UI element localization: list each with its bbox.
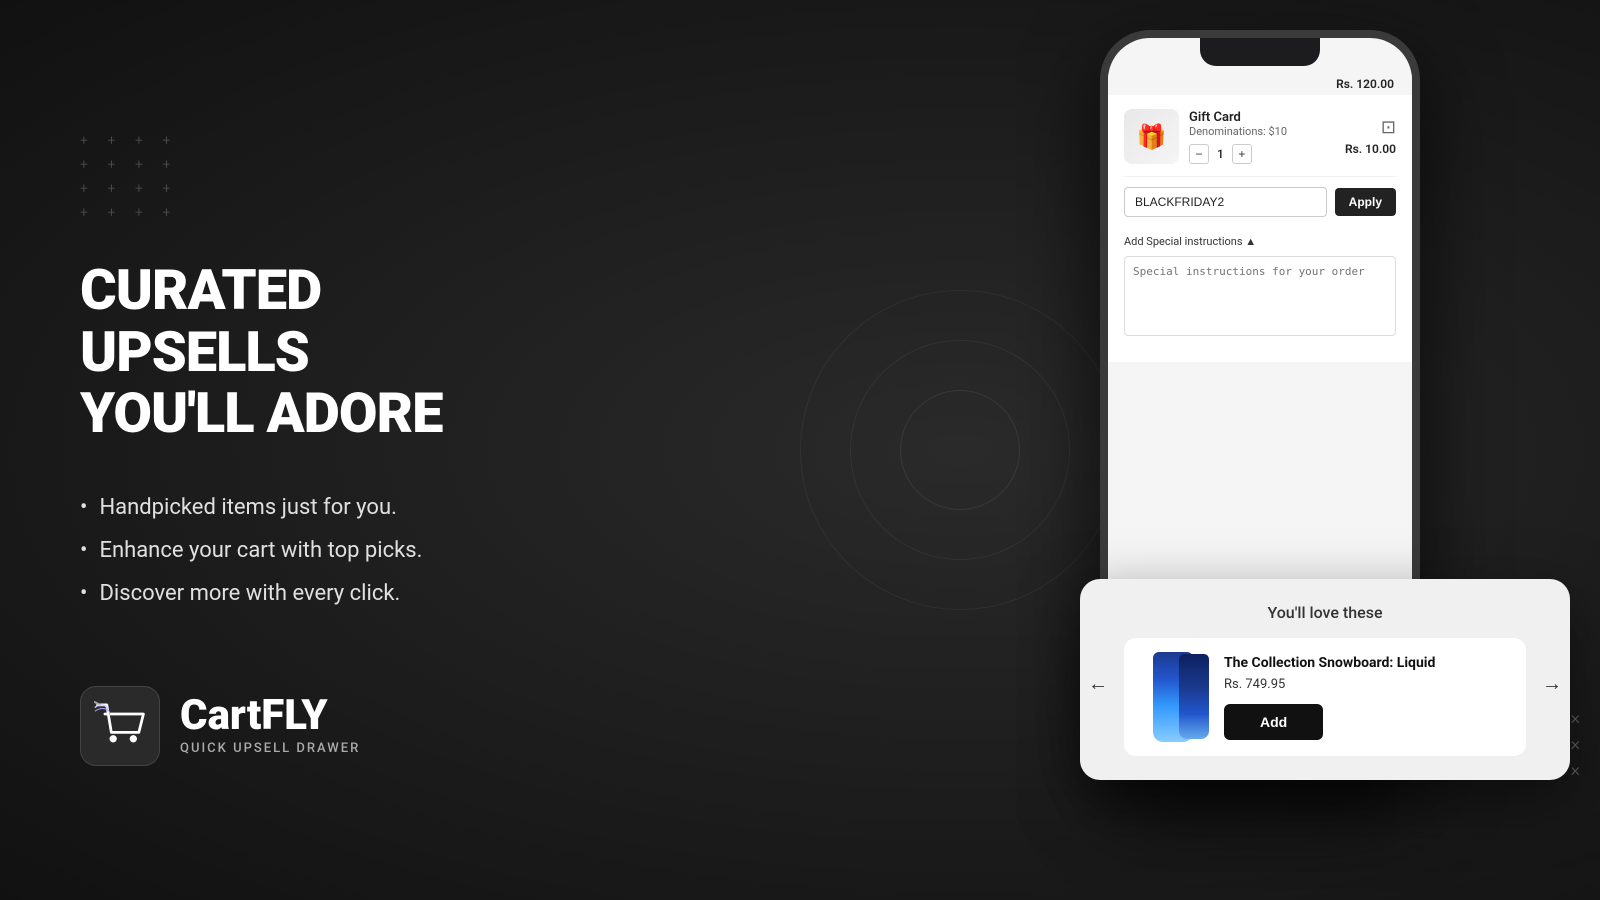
right-panel: Rs. 120.00 🎁 Gift Card Denominations: $1… — [580, 0, 1600, 900]
plus-sign: + — [163, 182, 181, 196]
plus-sign: + — [163, 134, 181, 148]
plus-sign: + — [135, 182, 153, 196]
plus-sign: + — [80, 182, 98, 196]
quantity-value: 1 — [1217, 147, 1224, 161]
x-mark-1: × — [1571, 710, 1580, 728]
cart-item-denomination: Denominations: $10 — [1189, 125, 1331, 138]
coupon-input[interactable] — [1124, 187, 1327, 217]
upsell-item: The Collection Snowboard: Liquid Rs. 749… — [1124, 638, 1526, 756]
phone-notch — [1200, 38, 1320, 66]
left-panel: + + + + + + + + + + + + + + + + CURATED … — [0, 0, 580, 900]
plus-sign: + — [163, 206, 181, 220]
plus-sign: + — [80, 158, 98, 172]
upsell-product-info: The Collection Snowboard: Liquid Rs. 749… — [1224, 655, 1512, 740]
plus-sign: + — [108, 158, 126, 172]
plus-sign: + — [108, 206, 126, 220]
hero-title: CURATED UPSELLS YOU'LL ADORE — [80, 260, 520, 445]
upsell-next-button[interactable]: → — [1542, 673, 1562, 696]
phone-cart-content: 🎁 Gift Card Denominations: $10 − 1 + — [1108, 95, 1412, 362]
plus-sign: + — [80, 134, 98, 148]
deco-circle-small — [900, 390, 1020, 510]
cart-item-image: 🎁 — [1124, 109, 1179, 164]
cart-item: 🎁 Gift Card Denominations: $10 − 1 + — [1124, 109, 1396, 177]
upsell-product-price: Rs. 749.95 — [1224, 677, 1512, 692]
plus-sign: + — [108, 182, 126, 196]
upsell-product-name: The Collection Snowboard: Liquid — [1224, 655, 1512, 671]
cart-item-details: Gift Card Denominations: $10 − 1 + — [1189, 110, 1331, 164]
plus-sign: + — [135, 206, 153, 220]
gift-card-icon: 🎁 — [1137, 123, 1167, 151]
plus-sign: + — [135, 134, 153, 148]
bullet-item: Enhance your cart with top picks. — [80, 538, 520, 563]
upsell-add-button[interactable]: Add — [1224, 704, 1323, 740]
phone-status-bar: Rs. 120.00 — [1108, 73, 1412, 95]
quantity-decrease-button[interactable]: − — [1189, 144, 1209, 164]
bullet-list: Handpicked items just for you. Enhance y… — [80, 495, 520, 606]
cart-item-name: Gift Card — [1189, 110, 1331, 125]
snowboard-visual-back — [1179, 654, 1209, 739]
delete-item-icon[interactable]: ⊡ — [1381, 117, 1396, 138]
x-mark-3: × — [1571, 762, 1580, 780]
x-mark-2: × — [1571, 736, 1580, 754]
quantity-increase-button[interactable]: + — [1232, 144, 1252, 164]
plus-sign: + — [80, 206, 98, 220]
upsell-prev-button[interactable]: ← — [1088, 673, 1108, 696]
coupon-row: Apply — [1124, 187, 1396, 217]
apply-coupon-button[interactable]: Apply — [1335, 188, 1396, 216]
phone-total-price: Rs. 120.00 — [1336, 77, 1394, 91]
coupon-section: Apply — [1124, 177, 1396, 227]
plus-sign: + — [163, 158, 181, 172]
cart-item-price: Rs. 10.00 — [1341, 142, 1396, 156]
bullet-item: Handpicked items just for you. — [80, 495, 520, 520]
plus-grid: + + + + + + + + + + + + + + + + — [80, 134, 180, 220]
cart-item-quantity-row: − 1 + — [1189, 144, 1331, 164]
brand-name: CartFLY — [180, 695, 360, 737]
special-instructions-section: Add Special instructions ▲ — [1124, 227, 1396, 348]
upsell-product-image — [1138, 652, 1208, 742]
brand-text: CartFLY QUICK UPSELL DRAWER — [180, 695, 360, 756]
plus-sign: + — [135, 158, 153, 172]
brand-logo — [80, 686, 160, 766]
upsell-card-title: You'll love these — [1100, 603, 1550, 622]
special-instructions-toggle[interactable]: Add Special instructions ▲ — [1124, 235, 1396, 248]
special-instructions-textarea[interactable] — [1124, 256, 1396, 336]
bullet-item: Discover more with every click. — [80, 581, 520, 606]
x-marks: × × × — [1571, 710, 1580, 780]
brand-tagline: QUICK UPSELL DRAWER — [180, 741, 360, 756]
upsell-card: You'll love these ← The Collection Snowb… — [1080, 579, 1570, 780]
plus-sign: + — [108, 134, 126, 148]
brand-section: CartFLY QUICK UPSELL DRAWER — [80, 686, 520, 766]
